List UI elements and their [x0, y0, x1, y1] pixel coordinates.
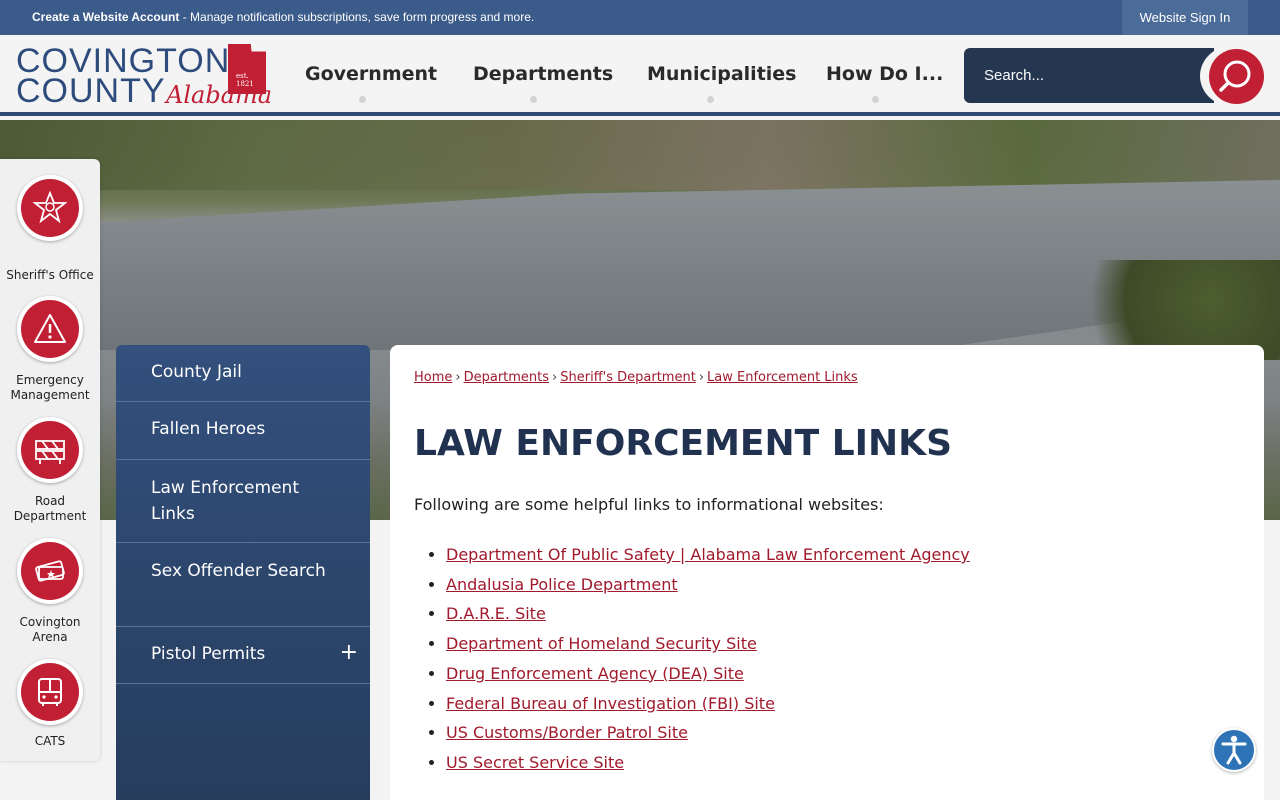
nav-government[interactable]: Government [305, 63, 437, 85]
search-input[interactable] [964, 48, 1204, 103]
sidemenu-item-county-jail[interactable]: County Jail [116, 345, 370, 402]
create-account-description: - Manage notification subscriptions, sav… [179, 10, 535, 24]
logo-line-2: COUNTY [16, 72, 166, 110]
list-item: Andalusia Police Department [446, 570, 970, 600]
nav-indicator-dot [707, 96, 714, 103]
create-account-message: Create a Website Account - Manage notifi… [32, 10, 534, 24]
list-item: Drug Enforcement Agency (DEA) Site [446, 659, 970, 689]
sidemenu-item-fallen-heroes[interactable]: Fallen Heroes [116, 402, 370, 460]
quicklink-label: CATS [34, 734, 66, 748]
sidemenu-item-sex-offender-search[interactable]: Sex Offender Search [116, 543, 370, 627]
main-content-card: Home › Departments › Sheriff's Department › La… [390, 345, 1264, 800]
link-dea[interactable]: Drug Enforcement Agency (DEA) Site [446, 664, 744, 683]
list-item: Department Of Public Safety | Alabama La… [446, 540, 970, 570]
quick-links-panel: Sheriff's Office Emergency Management Ro… [0, 159, 100, 761]
links-list: Department Of Public Safety | Alabama La… [446, 540, 970, 778]
list-item: Federal Bureau of Investigation (FBI) Si… [446, 689, 970, 719]
link-dare[interactable]: D.A.R.E. Site [446, 604, 546, 623]
link-homeland-security[interactable]: Department of Homeland Security Site [446, 634, 757, 653]
link-fbi[interactable]: Federal Bureau of Investigation (FBI) Si… [446, 694, 775, 713]
create-account-link[interactable]: Create a Website Account [32, 10, 179, 24]
search-button[interactable] [1200, 45, 1268, 107]
county-logo[interactable]: COVINGTON COUNTY est. 1821 Alabama [16, 43, 272, 110]
sidemenu-item-label: Sex Offender Search [151, 561, 326, 581]
nav-municipalities[interactable]: Municipalities [647, 63, 797, 85]
sidemenu-item-label: County Jail [151, 362, 242, 382]
link-secret-service[interactable]: US Secret Service Site [446, 753, 624, 772]
list-item: Department of Homeland Security Site [446, 629, 970, 659]
hero-treeline [0, 120, 1280, 190]
breadcrumb: Home › Departments › Sheriff's Department › La… [414, 370, 858, 385]
page-title: LAW ENFORCEMENT LINKS [414, 423, 952, 464]
section-side-menu: County Jail Fallen Heroes Law Enforcemen… [116, 345, 370, 800]
sidemenu-item-pistol-permits[interactable]: Pistol Permits + [116, 627, 370, 684]
sidemenu-item-label: Pistol Permits [151, 644, 266, 664]
top-utility-bar: Create a Website Account - Manage notifi… [0, 0, 1280, 35]
accessibility-button[interactable] [1212, 728, 1256, 772]
website-sign-in-button[interactable]: Website Sign In [1122, 0, 1248, 35]
accessibility-icon [1221, 735, 1247, 765]
tickets-icon [17, 538, 83, 604]
breadcrumb-separator: › [698, 370, 705, 385]
sidemenu-item-label: Law Enforcement Links [151, 478, 299, 524]
list-item: US Secret Service Site [446, 748, 970, 778]
logo-script: Alabama [166, 81, 273, 109]
nav-indicator-dot [872, 96, 879, 103]
list-item: US Customs/Border Patrol Site [446, 718, 970, 748]
breadcrumb-separator: › [552, 370, 558, 385]
page-intro: Following are some helpful links to info… [414, 495, 884, 514]
warning-icon [17, 296, 83, 362]
breadcrumb-departments[interactable]: Departments [464, 370, 549, 385]
sidemenu-item-label: Fallen Heroes [151, 419, 266, 439]
bus-icon [17, 659, 83, 725]
road-barrier-icon [17, 417, 83, 483]
link-andalusia-police[interactable]: Andalusia Police Department [446, 575, 678, 594]
nav-how-do-i[interactable]: How Do I... [826, 63, 943, 85]
breadcrumb-separator: › [455, 370, 461, 385]
nav-departments[interactable]: Departments [473, 63, 613, 85]
quicklink-label: Covington Arena [19, 615, 81, 644]
nav-indicator-dot [359, 96, 366, 103]
link-customs-border-patrol[interactable]: US Customs/Border Patrol Site [446, 723, 688, 742]
quicklink-label: Road Department [13, 494, 87, 523]
nav-indicator-dot [530, 96, 537, 103]
list-item: D.A.R.E. Site [446, 599, 970, 629]
quicklink-label: Emergency Management [10, 373, 90, 402]
breadcrumb-law-enforcement-links[interactable]: Law Enforcement Links [707, 370, 858, 385]
sheriff-badge-icon [17, 175, 83, 241]
breadcrumb-sheriffs-department[interactable]: Sheriff's Department [560, 370, 696, 385]
sidemenu-item-law-enforcement-links[interactable]: Law Enforcement Links [116, 460, 370, 543]
breadcrumb-home[interactable]: Home [414, 370, 452, 385]
quicklink-label: Sheriff's Office [6, 268, 94, 282]
expand-icon[interactable]: + [340, 640, 358, 665]
search-box [964, 48, 1214, 103]
link-alabama-law-enforcement-agency[interactable]: Department Of Public Safety | Alabama La… [446, 545, 970, 564]
search-icon [1209, 49, 1264, 104]
site-header: COVINGTON COUNTY est. 1821 Alabama Gover… [0, 35, 1280, 116]
